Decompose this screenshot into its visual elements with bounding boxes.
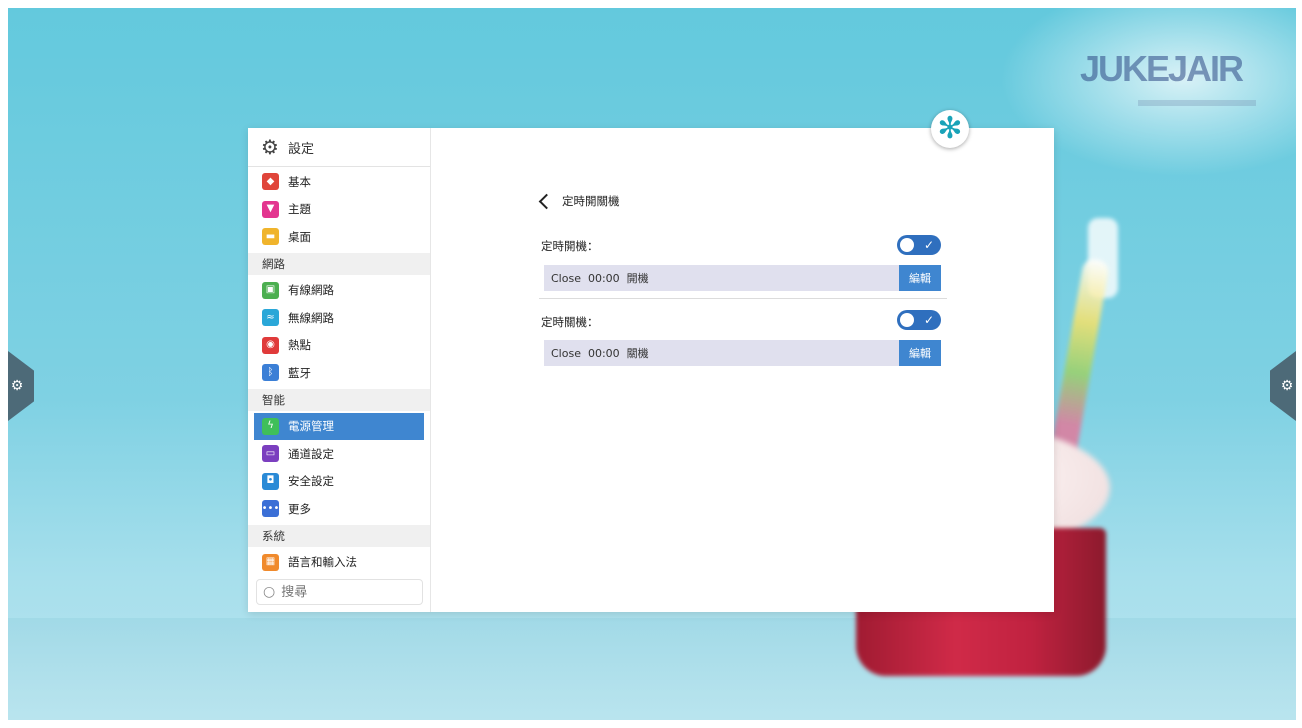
settings-sidebar: ⚙ 設定 ◆ 基本 ▼ 主題 ▬ 桌面 網路 ▣ 有線網路 ≈ 無線網路 ◉ 熱點 ᛒ 藍牙 智能 ϟ 電源管理 ▭…: [248, 128, 431, 612]
chevron-left-icon: [538, 193, 555, 209]
sidebar-item-label: 更多: [288, 501, 311, 516]
power-off-label: 定時關機：: [541, 315, 599, 329]
power-on-schedule-text: Close 00:00 開機: [551, 272, 649, 285]
layers-icon: ◆: [262, 173, 279, 191]
power-on-edit-button[interactable]: 編輯: [899, 265, 941, 291]
toggle-knob: [900, 313, 914, 327]
picture-icon: ▬: [262, 228, 279, 246]
sidebar-item[interactable]: ◘ 安全設定: [248, 468, 430, 496]
sidebar-item-label: 桌面: [288, 229, 311, 244]
brand-logo-text: JUKEJAIR: [1080, 48, 1244, 89]
sidebar-item[interactable]: ▼ 主題: [248, 196, 430, 224]
floating-menu-button[interactable]: ✻: [931, 110, 969, 148]
shirt-icon: ▼: [262, 200, 279, 218]
power-on-schedule-row[interactable]: Close 00:00 開機 編輯: [544, 265, 941, 291]
sidebar-item-label: 無線網路: [288, 310, 334, 325]
sidebar-item-label: 語言和輸入法: [288, 555, 357, 570]
lightning-icon: ϟ: [262, 417, 279, 435]
gear-icon: ⚙: [261, 135, 279, 159]
keyboard-icon: ▦: [262, 553, 279, 571]
sidebar-item-label: 藍牙: [288, 365, 311, 380]
section-divider: [539, 298, 947, 299]
sidebar-item[interactable]: ▬ 桌面: [248, 223, 430, 251]
sidebar-item-label: 主題: [288, 202, 311, 217]
app-title: 設定: [288, 141, 315, 157]
check-icon: ✓: [923, 238, 934, 252]
sidebar-item-label: 安全設定: [288, 474, 334, 489]
check-icon: ✓: [923, 313, 934, 327]
power-on-label: 定時開機：: [541, 239, 599, 253]
sidebar-menu: ◆ 基本 ▼ 主題 ▬ 桌面 網路 ▣ 有線網路 ≈ 無線網路 ◉ 熱點 ᛒ 藍牙 智能 ϟ 電源管理 ▭ 通道設定 ◘…: [248, 168, 430, 576]
more-icon: •••: [262, 500, 279, 518]
power-off-schedule-text: Close 00:00 關機: [551, 347, 649, 360]
monitor-icon: ▭: [262, 445, 279, 463]
sidebar-item[interactable]: ≈ 無線網路: [248, 304, 430, 332]
brand-logo: JUKEJAIR: [1080, 48, 1256, 118]
right-side-settings-tab[interactable]: ⚙: [1270, 351, 1296, 421]
sidebar-section-header: 系統: [248, 524, 430, 547]
wifi-icon: ≈: [262, 309, 279, 327]
settings-window: ⚙ 設定 ◆ 基本 ▼ 主題 ▬ 桌面 網路 ▣ 有線網路 ≈ 無線網路 ◉ 熱點 ᛒ 藍牙 智能 ϟ 電源管理 ▭…: [248, 128, 1054, 612]
sidebar-item[interactable]: ◆ 基本: [248, 168, 430, 196]
sidebar-item[interactable]: ▦ 語言和輸入法: [248, 549, 430, 577]
sidebar-item-label: 通道設定: [288, 446, 334, 461]
search-input[interactable]: [279, 583, 414, 601]
sidebar-item-label: 有線網路: [288, 283, 334, 298]
sidebar-section-header: 智能: [248, 388, 430, 411]
sidebar-item-label: 熱點: [288, 338, 311, 353]
ethernet-icon: ▣: [262, 281, 279, 299]
sidebar-item[interactable]: ▭ 通道設定: [248, 440, 430, 468]
back-button[interactable]: 定時開關機: [537, 190, 620, 212]
power-off-schedule-row[interactable]: Close 00:00 關機 編輯: [544, 340, 941, 366]
search-icon: ○: [263, 584, 276, 600]
power-off-edit-button[interactable]: 編輯: [899, 340, 941, 366]
sidebar-item[interactable]: ◉ 熱點: [248, 332, 430, 360]
sidebar-item[interactable]: ϟ 電源管理: [254, 412, 424, 440]
asterisk-icon: ✻: [937, 111, 963, 146]
bluetooth-icon: ᛒ: [262, 364, 279, 382]
search-field[interactable]: ○: [256, 579, 423, 605]
sidebar-item[interactable]: ▣ 有線網路: [248, 277, 430, 305]
hotspot-icon: ◉: [262, 336, 279, 354]
power-off-toggle[interactable]: ✓: [897, 310, 941, 330]
sidebar-item-label: 基本: [288, 174, 311, 189]
power-schedule-content: 定時開關機 定時開機： ✓ Close 00:00 開機 編輯 定時關機： ✓ …: [431, 128, 1054, 612]
toggle-knob: [900, 238, 914, 252]
sidebar-item[interactable]: ••• 更多: [248, 495, 430, 523]
gear-icon: ⚙: [10, 378, 24, 394]
gear-icon: ⚙: [1280, 378, 1294, 394]
sidebar-section-header: 網路: [248, 252, 430, 275]
sidebar-item[interactable]: ᛒ 藍牙: [248, 359, 430, 387]
sidebar-item-label: 電源管理: [288, 419, 334, 434]
wallpaper-candle: [1047, 257, 1111, 469]
sidebar-header: ⚙ 設定: [248, 128, 430, 167]
page-title: 定時開關機: [562, 194, 620, 208]
power-on-toggle[interactable]: ✓: [897, 235, 941, 255]
left-side-settings-tab[interactable]: ⚙: [8, 351, 34, 421]
brand-logo-subline: [1138, 100, 1256, 106]
shield-icon: ◘: [262, 472, 279, 490]
